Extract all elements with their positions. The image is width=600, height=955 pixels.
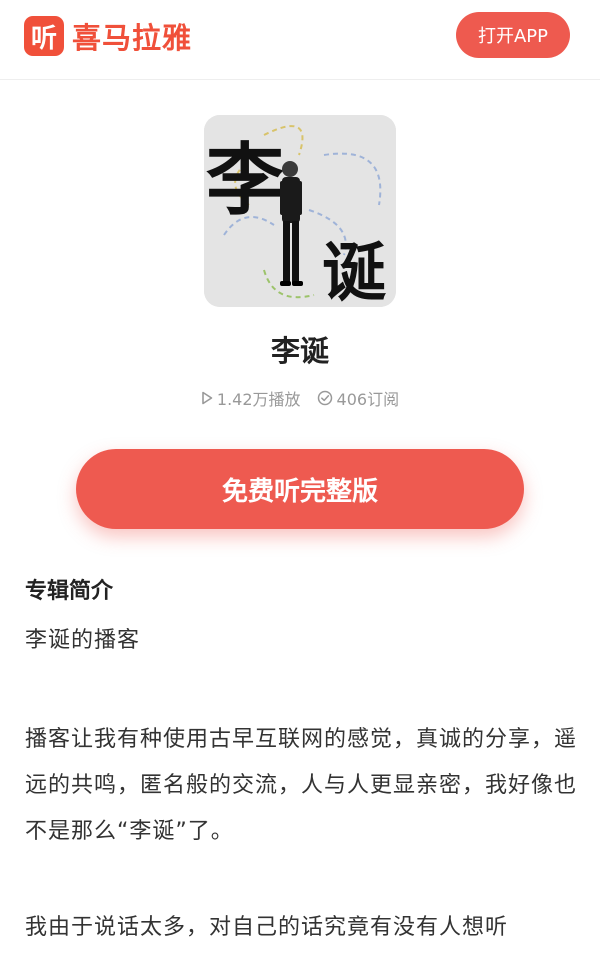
album-cover: 李 诞 [204, 115, 396, 307]
play-count: 1.42万播放 [201, 386, 301, 410]
ximalaya-logo[interactable]: 听 喜马拉雅 [24, 15, 192, 57]
listen-full-button[interactable]: 免费听完整版 [76, 449, 524, 529]
play-count-text: 1.42万播放 [216, 390, 301, 409]
top-bar: 听 喜马拉雅 打开APP [0, 0, 600, 80]
subscription-count-text: 406订阅 [336, 390, 400, 409]
intro-paragraph: 我由于说话太多，对自己的话究竟有没有人想听 [25, 915, 509, 940]
play-icon [202, 391, 213, 405]
subscription-count: 406订阅 [317, 386, 400, 410]
logo-text: 喜马拉雅 [72, 21, 193, 55]
logo-mark-icon: 听 [24, 16, 64, 56]
intro-paragraph: 播客让我有种使用古早互联网的感觉，真诚的分享，遥远的共鸣，匿名般的交流，人与人更… [25, 727, 578, 844]
open-app-button[interactable]: 打开APP [456, 12, 570, 58]
cover-char-bottom: 诞 [322, 236, 387, 307]
intro-heading: 专辑简介 [25, 579, 114, 604]
album-title: 李诞 [270, 334, 329, 368]
check-circle-icon [317, 390, 332, 406]
album-cover-art: 李 诞 [204, 115, 396, 307]
intro-paragraph: 李诞的播客 [25, 628, 141, 653]
cover-char-top: 李 [206, 135, 284, 226]
album-stats: 1.42万播放 406订阅 [0, 386, 600, 410]
